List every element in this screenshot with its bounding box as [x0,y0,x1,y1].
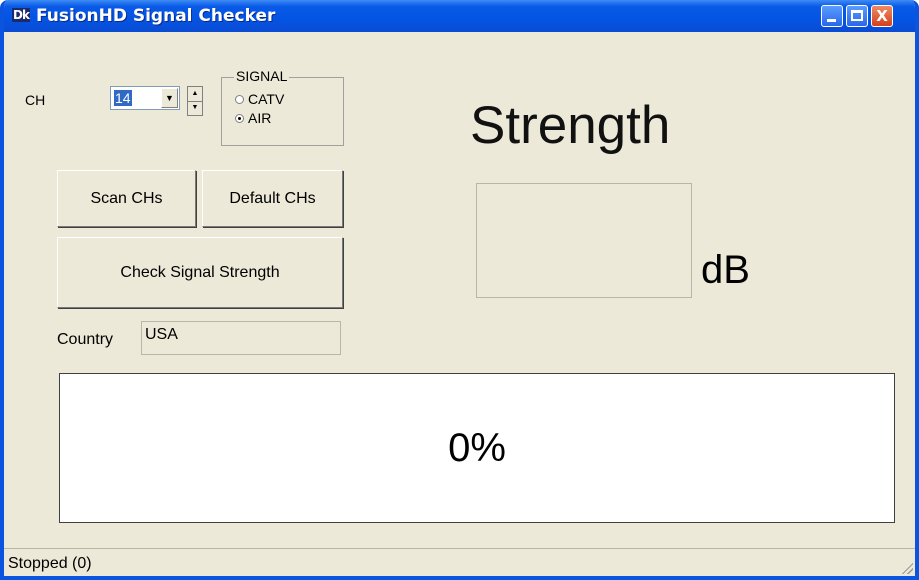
country-label: Country [57,331,114,348]
minimize-button[interactable] [821,5,843,27]
channel-label: CH [25,92,46,108]
resize-grip-icon[interactable] [899,560,913,574]
strength-title: Strength [470,96,671,155]
close-icon: X [876,7,888,25]
radio-catv[interactable]: CATV [235,91,284,107]
close-button[interactable]: X [871,5,893,27]
app-icon[interactable]: Dk [12,8,32,24]
country-field: USA [141,321,341,355]
spin-up-icon[interactable]: ▲ [188,87,202,102]
radio-air[interactable]: AIR [235,110,271,126]
strength-value-box [476,183,692,298]
chevron-down-icon[interactable]: ▼ [161,88,178,108]
spin-down-icon[interactable]: ▼ [188,101,202,115]
app-window: Dk FusionHD Signal Checker X CH 14 ▼ ▲ ▼… [0,0,919,580]
radio-button-air[interactable] [235,113,244,123]
channel-select[interactable]: 14 ▼ [110,86,180,110]
channel-spinner[interactable]: ▲ ▼ [187,86,203,116]
minimize-icon [827,19,836,22]
status-text: Stopped (0) [8,555,92,572]
status-bar: Stopped (0) [4,548,915,576]
db-unit-label: dB [701,248,750,292]
check-signal-strength-button[interactable]: Check Signal Strength [57,237,343,308]
scan-channels-button[interactable]: Scan CHs [57,170,196,227]
progress-bar: 0% [59,373,895,523]
maximize-icon [851,10,863,21]
signal-group-title: SIGNAL [234,68,290,84]
channel-value: 14 [114,90,132,106]
default-channels-button[interactable]: Default CHs [202,170,343,227]
app-icon-glyph: Dk [12,8,30,22]
title-bar[interactable]: Dk FusionHD Signal Checker X [4,0,915,32]
radio-label-air: AIR [248,110,272,126]
window-title: FusionHD Signal Checker [36,6,276,26]
maximize-button[interactable] [846,5,868,27]
radio-button-catv[interactable] [235,94,244,104]
progress-text: 0% [448,425,506,470]
radio-label-catv: CATV [248,91,285,107]
